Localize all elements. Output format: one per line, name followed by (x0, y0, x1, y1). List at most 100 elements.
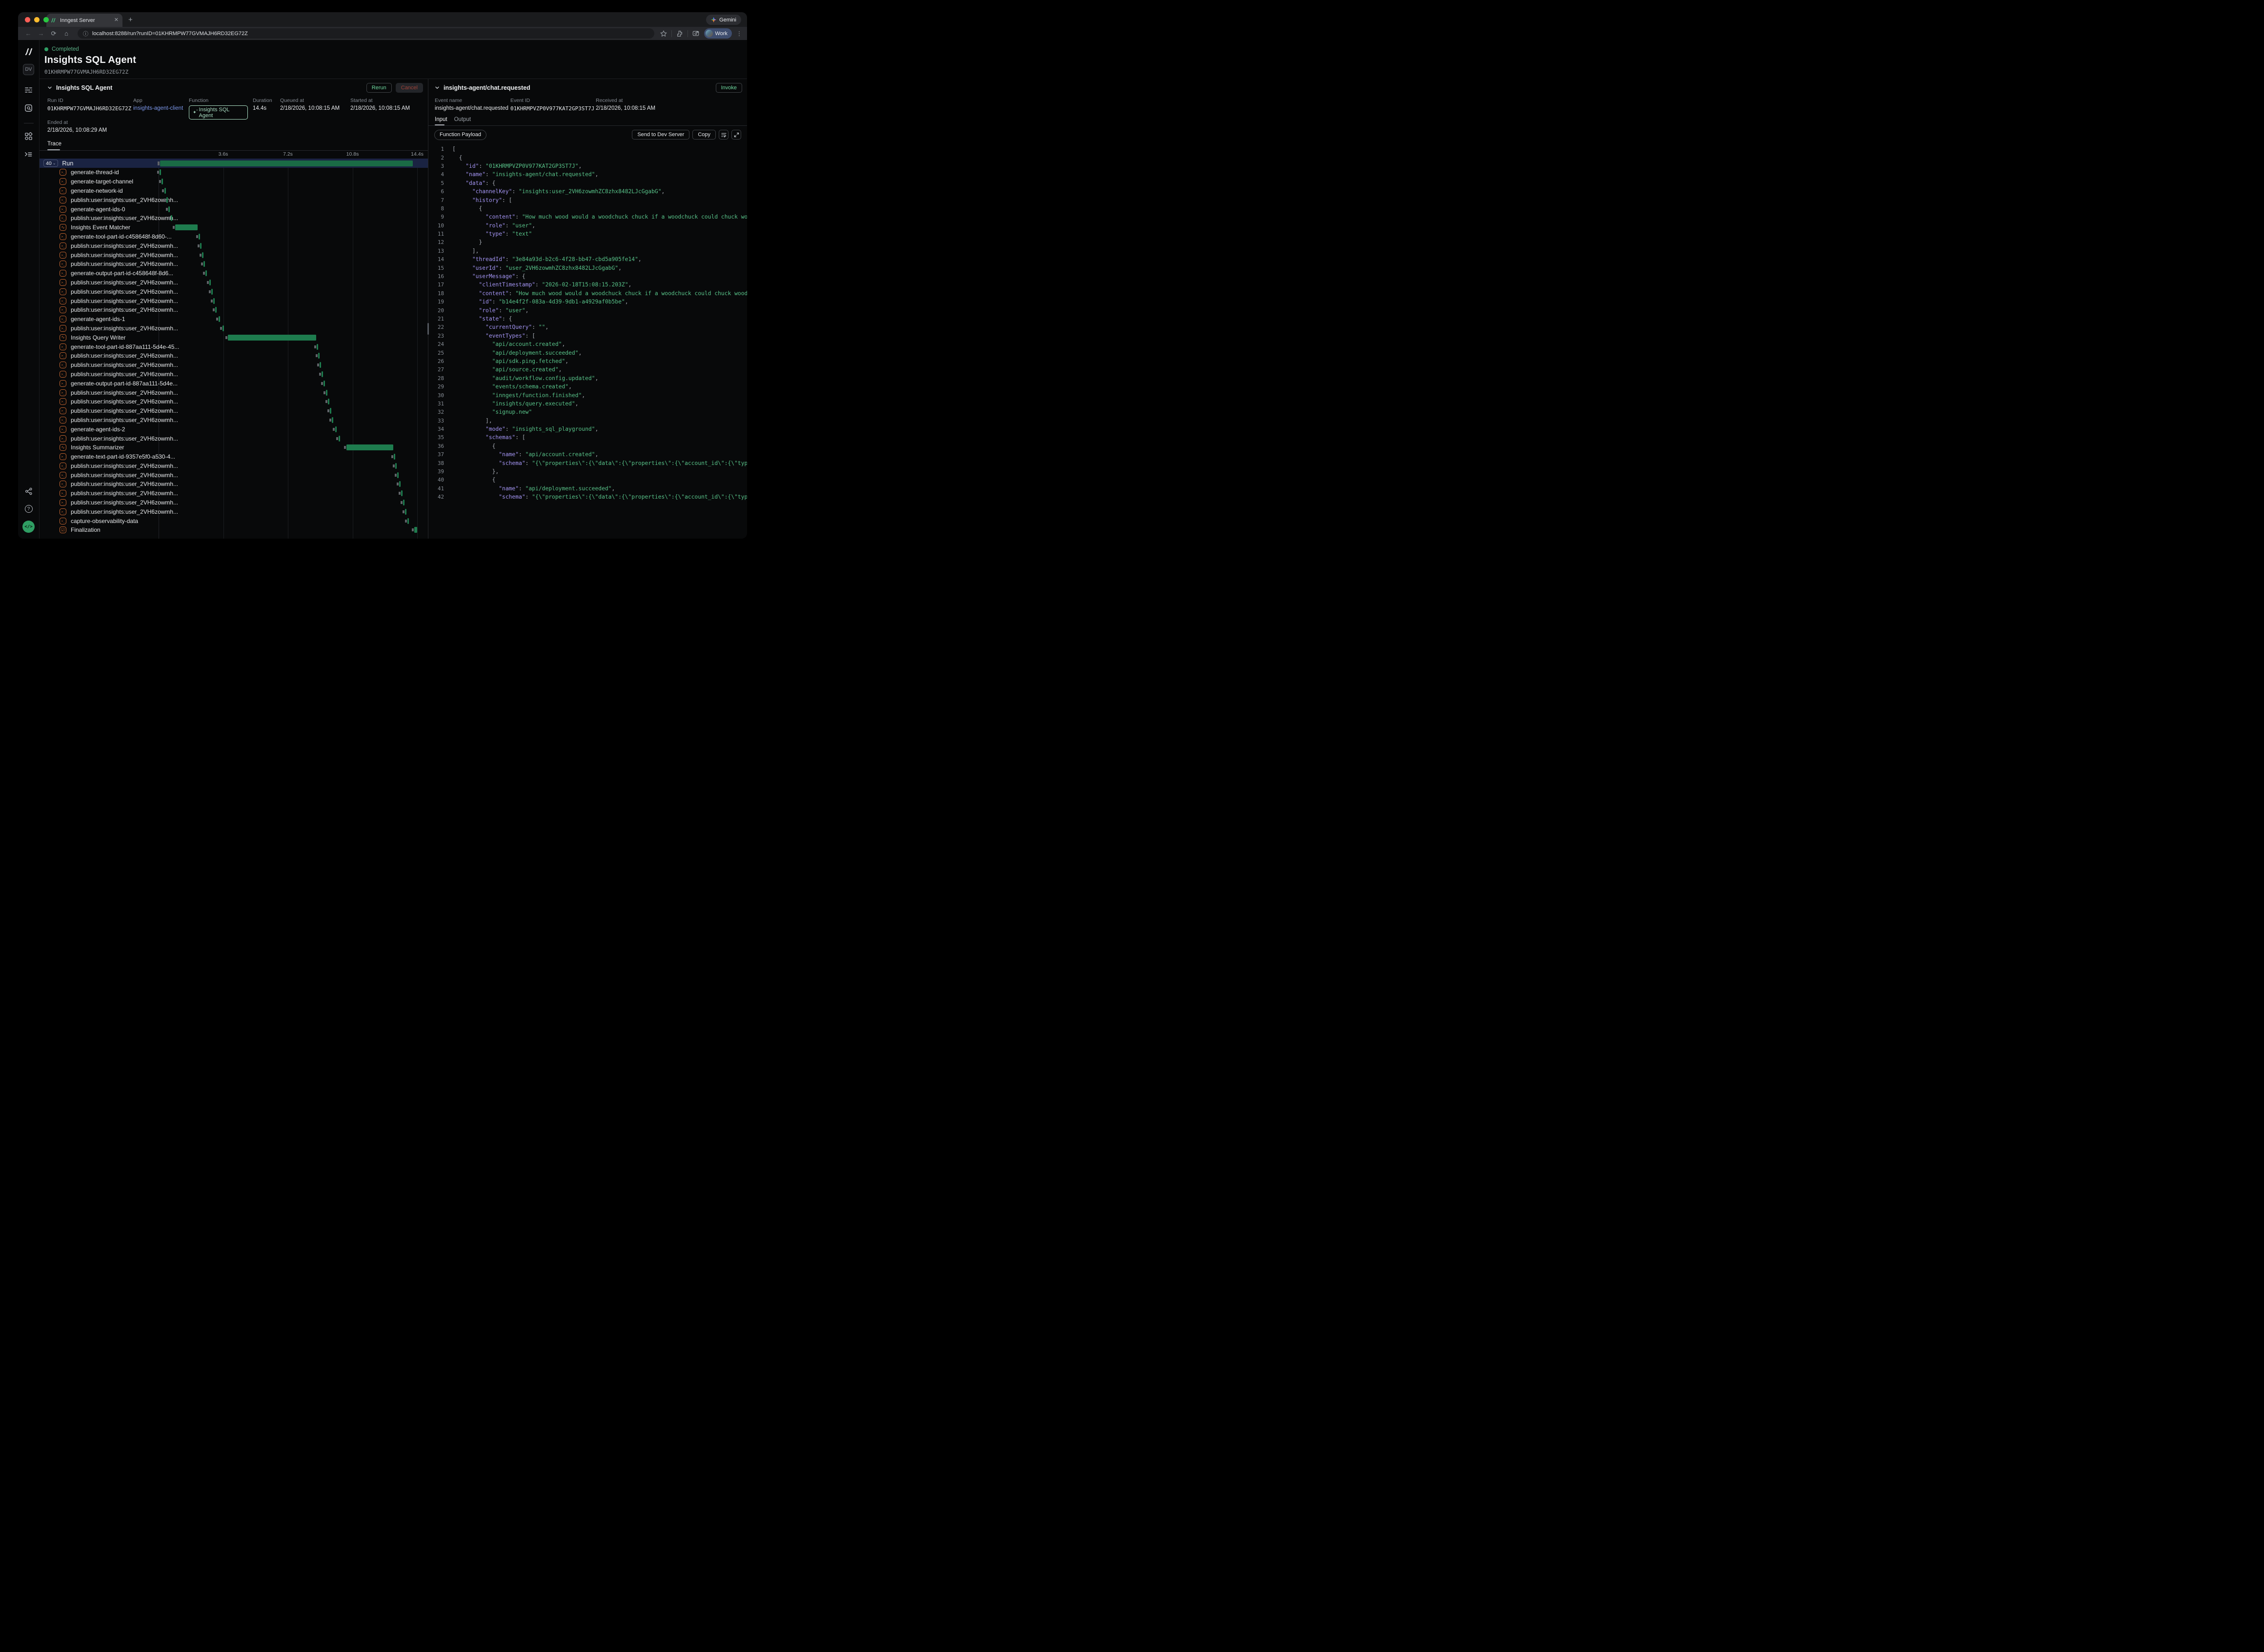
span-bar[interactable] (175, 224, 198, 230)
trace-row[interactable]: >_publish:user:insights:user_2VH6zowmh..… (40, 480, 428, 489)
trace-row[interactable]: >_publish:user:insights:user_2VH6zowmh..… (40, 278, 428, 287)
span-bar[interactable] (209, 280, 211, 285)
trace-row[interactable]: >_generate-text-part-id-9357e5f0-a530-4.… (40, 452, 428, 462)
span-bar[interactable] (328, 399, 329, 404)
trace-row[interactable]: >_generate-output-part-id-887aa111-5d4e.… (40, 379, 428, 388)
run-span-bar[interactable] (160, 161, 413, 166)
span-bar[interactable] (213, 298, 215, 304)
trace-row[interactable]: ∿Insights Summarizer (40, 443, 428, 452)
trace-row[interactable]: >_publish:user:insights:user_2VH6zowmh..… (40, 241, 428, 250)
tab-close-icon[interactable]: ✕ (114, 18, 119, 23)
help-icon[interactable]: ? (25, 505, 33, 513)
trace-row[interactable]: >_generate-tool-part-id-887aa111-5d4e-45… (40, 342, 428, 351)
span-bar[interactable] (160, 169, 161, 175)
trace-row[interactable]: >_publish:user:insights:user_2VH6zowmh..… (40, 489, 428, 498)
span-bar[interactable] (203, 261, 205, 267)
span-bar[interactable] (407, 518, 409, 524)
run-step-count[interactable]: 40⌄ (43, 160, 58, 167)
url-bar[interactable]: ⓘ localhost:8288/run?runID=01KHRMPW77GVM… (78, 28, 654, 39)
span-bar[interactable] (322, 371, 323, 377)
expand-icon[interactable] (731, 130, 741, 140)
span-bar[interactable] (401, 490, 403, 496)
new-tab-button[interactable]: + (128, 16, 133, 24)
trace-row[interactable]: >_publish:user:insights:user_2VH6zowmh..… (40, 370, 428, 379)
function-payload-button[interactable]: Function Payload (434, 130, 486, 140)
span-bar[interactable] (166, 197, 168, 203)
browser-tab[interactable]: Inngest Server ✕ (46, 14, 122, 27)
span-bar[interactable] (219, 316, 220, 322)
span-bar[interactable] (323, 381, 325, 386)
maximize-window-button[interactable] (43, 17, 49, 22)
dev-server-icon[interactable] (24, 150, 33, 159)
span-bar[interactable] (332, 417, 333, 423)
trace-row[interactable]: >_generate-output-part-id-c458648f-8d6..… (40, 269, 428, 278)
trace-row[interactable]: >_publish:user:insights:user_2VH6zowmh..… (40, 351, 428, 361)
trace-row[interactable]: >_generate-agent-ids-2 (40, 424, 428, 434)
span-bar[interactable] (346, 444, 393, 450)
span-bar[interactable] (215, 307, 217, 313)
trace-row[interactable]: >_generate-tool-part-id-c458648f-8d60-..… (40, 232, 428, 242)
tab-output[interactable]: Output (454, 117, 471, 125)
extensions-icon[interactable] (676, 30, 683, 37)
trace-row[interactable]: >_generate-agent-ids-1 (40, 315, 428, 324)
trace-row[interactable]: >_publish:user:insights:user_2VH6zowmh..… (40, 296, 428, 305)
env-badge[interactable]: DV (23, 64, 34, 75)
trace-row[interactable]: >_publish:user:insights:user_2VH6zowmh..… (40, 470, 428, 480)
span-bar[interactable] (326, 390, 327, 396)
payload-code-editor[interactable]: 1[2 {3 "id": "01KHRMPVZP0V977KAT2GP3ST7J… (428, 143, 747, 539)
event-search-icon[interactable] (24, 104, 33, 112)
span-bar[interactable] (318, 353, 320, 359)
copy-button[interactable]: Copy (692, 130, 716, 140)
span-bar[interactable] (202, 252, 203, 258)
span-bar[interactable] (397, 472, 399, 478)
site-info-icon[interactable]: ⓘ (83, 30, 88, 38)
span-bar[interactable] (164, 188, 166, 194)
traffic-lights[interactable] (25, 17, 49, 22)
trace-row[interactable]: >_publish:user:insights:user_2VH6zowmh..… (40, 462, 428, 471)
reading-mode-icon[interactable] (692, 30, 700, 37)
browser-profile-chip[interactable]: Work (704, 28, 732, 39)
trace-row[interactable]: >_publish:user:insights:user_2VH6zowmh..… (40, 260, 428, 269)
browser-menu-icon[interactable]: ⋮ (736, 30, 742, 37)
bookmark-star-icon[interactable] (660, 30, 667, 37)
back-icon[interactable]: ← (23, 30, 34, 37)
dev-tools-fab[interactable]: </> (22, 521, 35, 533)
forward-icon[interactable]: → (36, 30, 46, 37)
tab-trace[interactable]: Trace (47, 141, 61, 149)
trace-row[interactable]: >_publish:user:insights:user_2VH6zowmh..… (40, 397, 428, 406)
gemini-button[interactable]: Gemini (706, 15, 741, 25)
span-bar[interactable] (339, 436, 340, 442)
span-bar[interactable] (228, 335, 316, 341)
trace-row[interactable]: >_publish:user:insights:user_2VH6zowmh..… (40, 361, 428, 370)
trace-row[interactable]: >_publish:user:insights:user_2VH6zowmh..… (40, 416, 428, 425)
trace-row[interactable]: >_publish:user:insights:user_2VH6zowmh..… (40, 406, 428, 416)
trace-row[interactable]: >_publish:user:insights:user_2VH6zowmh..… (40, 388, 428, 397)
span-bar[interactable] (395, 463, 397, 469)
home-icon[interactable]: ⌂ (61, 30, 72, 37)
close-window-button[interactable] (25, 17, 30, 22)
span-bar[interactable] (171, 215, 172, 221)
reload-icon[interactable]: ⟳ (48, 30, 59, 38)
trace-row[interactable]: >_generate-target-channel (40, 177, 428, 186)
trace-row[interactable]: >_generate-thread-id (40, 168, 428, 177)
span-bar[interactable] (168, 206, 170, 212)
share-icon[interactable] (25, 487, 33, 495)
trace-row[interactable]: >_publish:user:insights:user_2VH6zowmh..… (40, 507, 428, 516)
span-bar[interactable] (335, 426, 337, 432)
trace-row[interactable]: >_publish:user:insights:user_2VH6zowmh..… (40, 498, 428, 507)
minimize-window-button[interactable] (34, 17, 40, 22)
span-bar[interactable] (317, 344, 318, 350)
wrap-lines-icon[interactable] (719, 130, 728, 140)
span-bar[interactable] (200, 243, 202, 249)
trace-row[interactable]: >_publish:user:insights:user_2VH6zowmh..… (40, 434, 428, 443)
span-bar[interactable] (320, 362, 321, 368)
invoke-button[interactable]: Invoke (716, 83, 742, 93)
trace-row[interactable]: ∿Insights Query Writer (40, 333, 428, 342)
trace-row[interactable]: >_publish:user:insights:user_2VH6zowmh..… (40, 324, 428, 333)
function-badge[interactable]: ✦Insights SQL Agent (189, 105, 248, 120)
span-bar[interactable] (162, 179, 163, 184)
span-bar[interactable] (414, 527, 417, 533)
trace-row[interactable]: >_generate-agent-ids-0 (40, 204, 428, 214)
span-bar[interactable] (399, 481, 401, 487)
span-bar[interactable] (405, 509, 406, 515)
